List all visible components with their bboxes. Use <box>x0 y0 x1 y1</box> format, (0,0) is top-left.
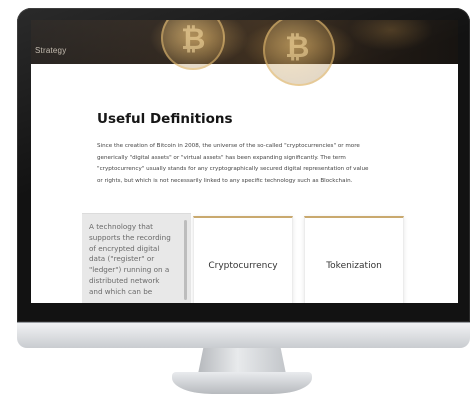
monitor-chin <box>17 322 470 348</box>
monitor-mockup: ₿ ₿ Strategy Useful Definitions Since th… <box>0 0 476 398</box>
definition-line: supports the recording <box>89 232 171 242</box>
hero-banner: ₿ ₿ Strategy <box>31 20 458 86</box>
bitcoin-icon: ₿ <box>285 30 310 65</box>
monitor-stand-neck <box>198 348 286 374</box>
definition-line: of encrypted digital <box>89 243 160 253</box>
banner-label: Strategy <box>35 46 67 55</box>
panel-scrollbar[interactable] <box>184 220 187 300</box>
definition-line: "ledger") running on a <box>89 265 170 275</box>
intro-line: Since the creation of Bitcoin in 2008, t… <box>97 143 360 149</box>
intro-paragraph: Since the creation of Bitcoin in 2008, t… <box>97 141 423 187</box>
definition-line: A technology that <box>89 222 153 231</box>
definition-line: data ("register" or <box>89 254 155 264</box>
definition-panel[interactable]: A technology that supports the recording… <box>82 213 191 303</box>
intro-line: generically "digital assets" or "virtual… <box>97 154 346 161</box>
page-title: Useful Definitions <box>97 111 233 127</box>
definition-text: A technology that supports the recording… <box>89 222 181 298</box>
intro-line: or rights, but which is not necessarily … <box>97 177 353 184</box>
definition-line: distributed network <box>89 275 160 285</box>
bitcoin-icon: ₿ <box>181 22 206 57</box>
card-label: Tokenization <box>326 260 382 271</box>
intro-line: "cryptocurrency" usually stands for any … <box>97 166 369 172</box>
definition-line: and which can be <box>89 286 153 296</box>
monitor-screen: ₿ ₿ Strategy Useful Definitions Since th… <box>31 20 458 303</box>
card-label: Cryptocurrency <box>208 260 278 271</box>
card-cryptocurrency[interactable]: Cryptocurrency <box>193 216 293 303</box>
monitor-stand-foot <box>172 372 312 394</box>
card-tokenization[interactable]: Tokenization <box>304 216 404 303</box>
